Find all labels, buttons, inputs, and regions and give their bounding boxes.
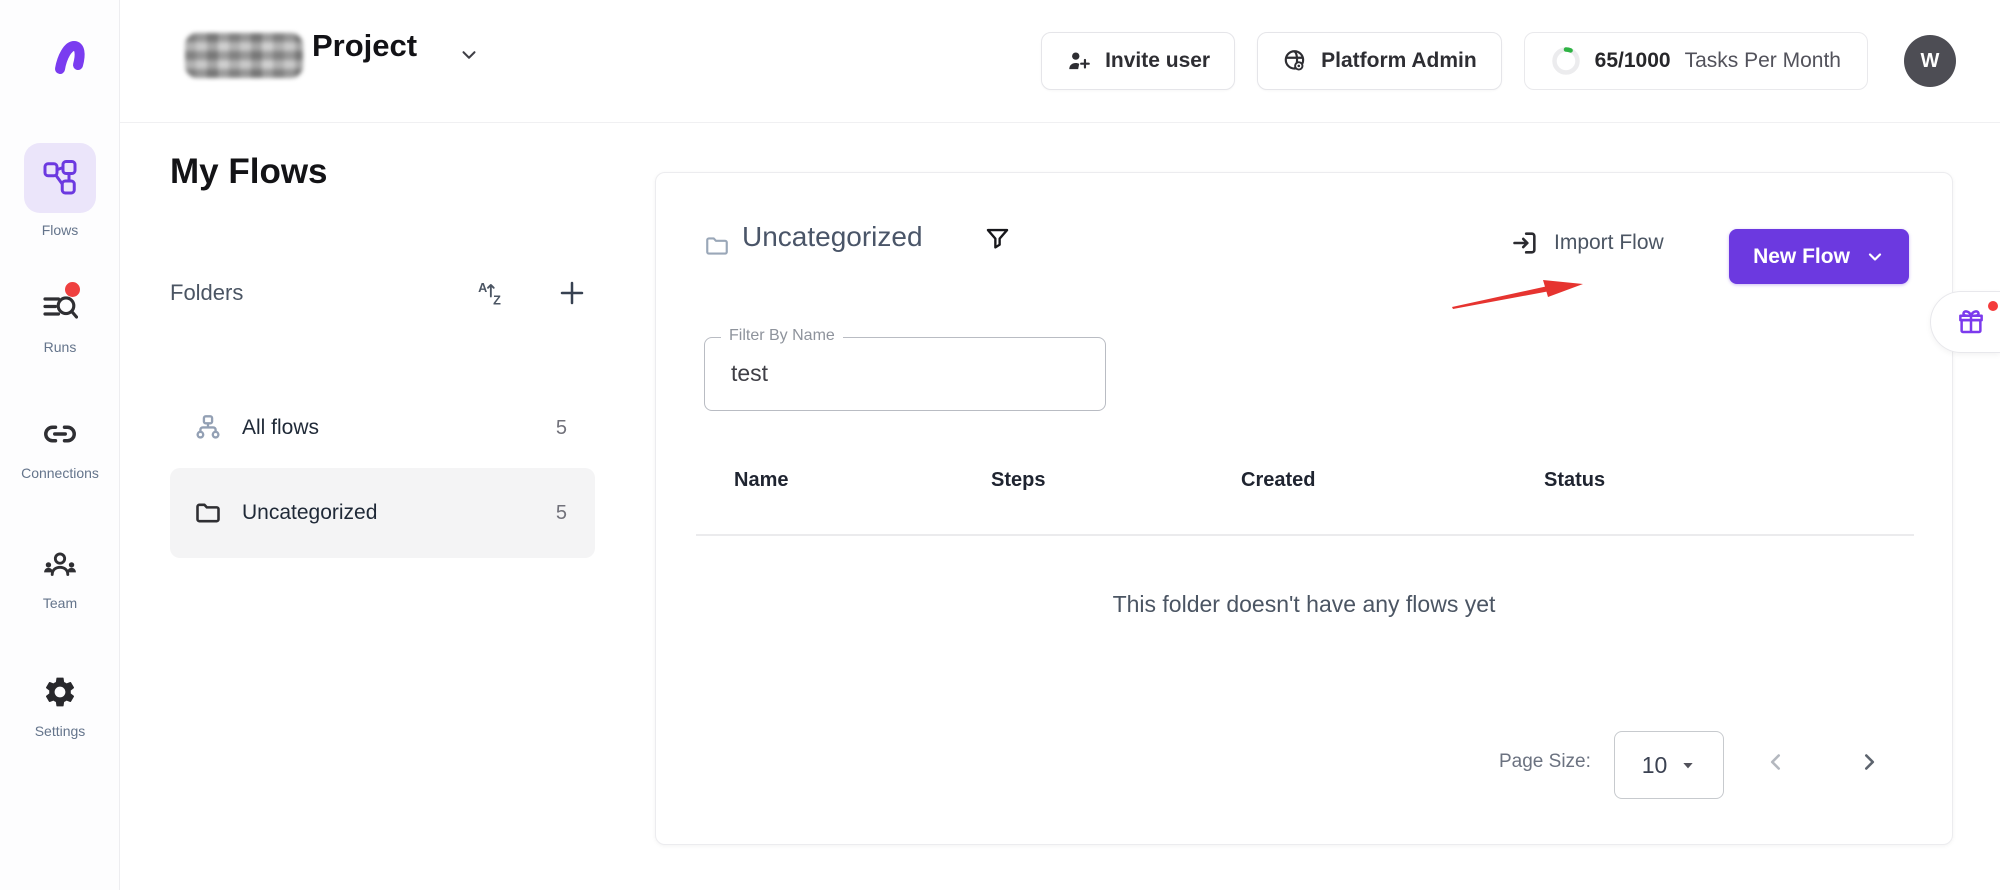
previous-page-button[interactable] [1759,745,1793,779]
flows-panel-card: Uncategorized Import Flow New Flow [655,172,1953,845]
svg-text:Z: Z [493,294,501,308]
gift-icon-wrap [1956,307,1986,342]
chevron-right-icon [1856,749,1882,775]
settings-icon-wrap [24,670,96,714]
flows-active-tile [24,143,96,213]
import-flow-label: Import Flow [1554,231,1664,255]
brand-logo-icon [50,38,90,78]
gift-notification-dot [1988,301,1998,311]
svg-text:A: A [478,281,487,295]
sidebar-item-settings[interactable]: Settings [0,670,120,739]
plus-icon [557,278,587,308]
folder-item-uncategorized[interactable]: Uncategorized 5 [170,468,595,558]
icon-sidebar: Flows Runs [0,0,120,890]
sidebar-item-flows[interactable]: Flows [0,143,120,238]
tasks-progress-ring [1551,46,1581,76]
new-flow-label: New Flow [1753,245,1850,269]
sidebar-item-team[interactable]: Team [0,542,120,611]
new-flow-button[interactable]: New Flow [1729,229,1909,284]
sidebar-item-label: Connections [21,465,99,481]
user-plus-icon [1066,48,1092,74]
tasks-count: 65/1000 [1595,49,1671,73]
team-icon-wrap [24,542,96,586]
folder-icon [194,499,222,527]
user-avatar[interactable]: W [1904,35,1956,87]
link-icon [42,416,78,452]
whats-new-gift-tab[interactable] [1930,291,2000,353]
column-header-created: Created [1241,469,1315,492]
column-header-steps: Steps [991,469,1045,492]
next-page-button[interactable] [1852,745,1886,779]
folder-outline-icon [704,233,730,259]
filter-funnel-icon[interactable] [984,225,1011,252]
globe-admin-icon [1282,48,1308,74]
page-title: My Flows [170,152,328,192]
page-size-select[interactable]: 10 [1614,731,1724,799]
sidebar-item-runs[interactable]: Runs [0,286,120,355]
table-header-divider [696,534,1914,536]
sort-az-icon: A Z [477,278,507,308]
caret-down-icon [1680,757,1696,773]
column-header-name: Name [734,469,788,492]
activepieces-logo[interactable] [50,38,90,78]
invite-user-button[interactable]: Invite user [1041,32,1235,90]
invite-user-label: Invite user [1105,49,1210,73]
page-size-label: Page Size: [1499,751,1591,773]
empty-state-message: This folder doesn't have any flows yet [656,591,1952,618]
gear-icon [42,674,78,710]
folder-item-all-flows[interactable]: All flows 5 [170,396,595,460]
add-folder-button[interactable] [557,278,587,308]
folder-label: All flows [242,416,319,440]
sidebar-item-label: Settings [35,723,86,739]
filter-by-name-field: Filter By Name [704,337,1106,411]
gift-icon [1956,307,1986,337]
sidebar-item-connections[interactable]: Connections [0,412,120,481]
tasks-per-month-label: Tasks Per Month [1685,49,1841,73]
sidebar-item-label: Runs [44,339,77,355]
workflow-icon [42,160,78,196]
sort-az-button[interactable]: A Z [477,278,507,308]
runs-icon-wrap [24,286,96,330]
annotation-arrow [1452,279,1586,311]
chevron-down-icon[interactable] [458,44,480,66]
sitemap-icon [194,414,222,442]
project-name-redacted [185,33,303,78]
import-flow-button[interactable]: Import Flow [1511,229,1664,257]
filter-by-name-input[interactable] [731,344,1071,402]
app-screen: Flows Runs [0,0,2000,890]
sidebar-item-label: Flows [42,222,79,238]
platform-admin-label: Platform Admin [1321,49,1477,73]
panel-folder-title: Uncategorized [742,221,923,253]
folder-count: 5 [556,502,567,525]
filter-field-label: Filter By Name [721,327,843,345]
folders-heading: Folders [170,280,243,306]
folders-header: Folders A Z [170,276,595,310]
project-switcher[interactable]: Project [312,28,417,64]
top-bar: Project Invite user [120,0,2000,123]
runs-notification-dot [65,282,80,297]
connections-icon-wrap [24,412,96,456]
chevron-left-icon [1763,749,1789,775]
page-size-value: 10 [1642,752,1668,779]
chevron-down-icon [1865,247,1885,267]
folder-count: 5 [556,417,567,440]
folder-label: Uncategorized [242,501,377,525]
top-bar-actions: Invite user Platform Admin [1041,32,1956,90]
sidebar-item-label: Team [43,595,77,611]
team-icon [42,546,78,582]
platform-admin-button[interactable]: Platform Admin [1257,32,1502,90]
import-icon [1511,229,1539,257]
column-header-status: Status [1544,469,1605,492]
tasks-usage-pill[interactable]: 65/1000 Tasks Per Month [1524,32,1868,90]
